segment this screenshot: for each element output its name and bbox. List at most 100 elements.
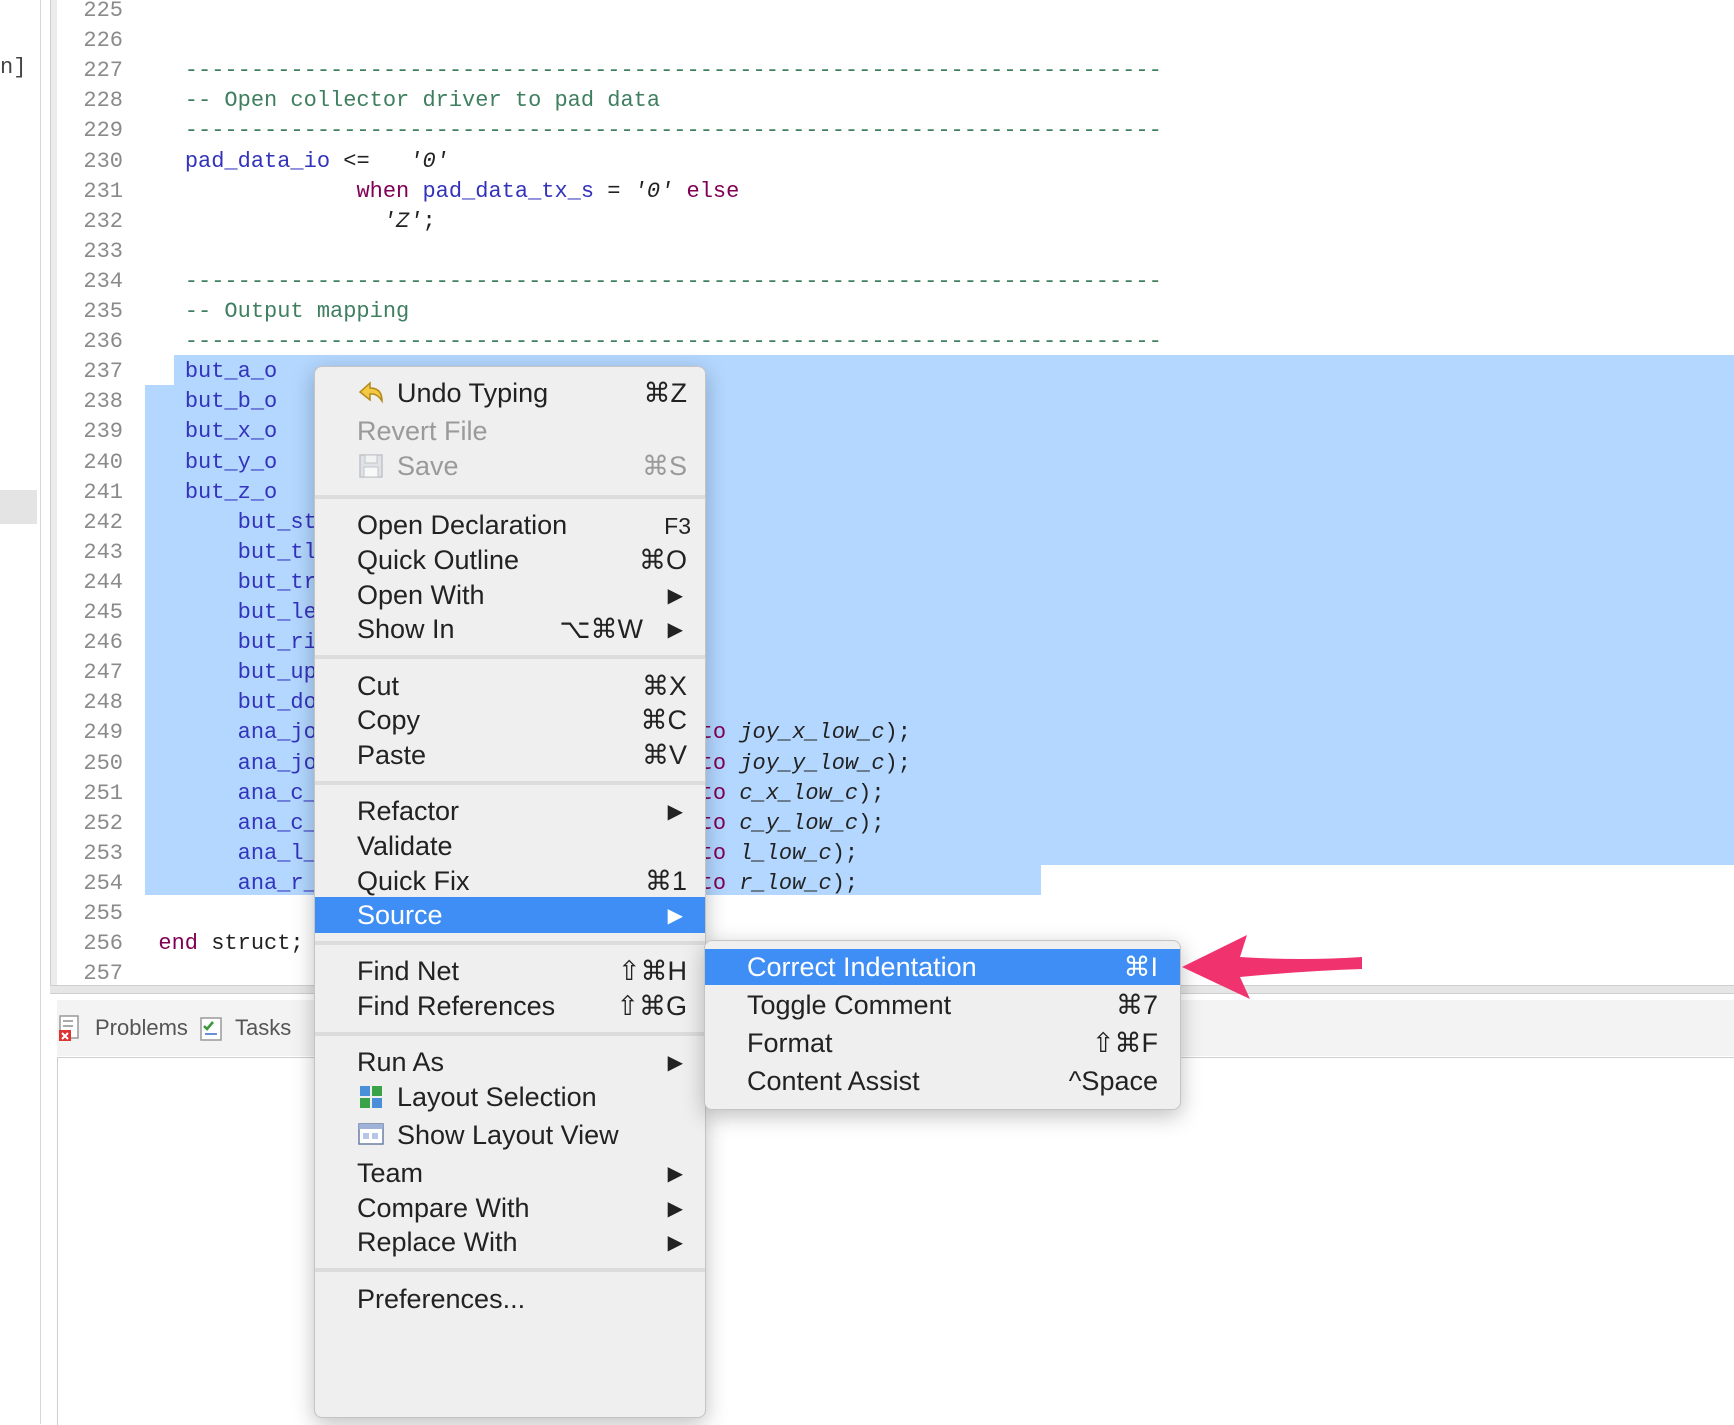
submenu-arrow-icon: ▶ xyxy=(667,1163,683,1185)
submenu-item-label: Format xyxy=(747,1028,833,1058)
menu-item-open-with[interactable]: Open With ▶ xyxy=(315,577,705,613)
code-text: end struct; xyxy=(132,929,303,959)
submenu-item-content-assist[interactable]: Content Assist ^Space xyxy=(705,1063,1180,1099)
code-token: -- Output mapping xyxy=(132,299,410,324)
line-number: 251 xyxy=(83,780,123,806)
line-number: 225 xyxy=(83,0,123,23)
code-line: 235 -- Output mapping xyxy=(57,297,1734,327)
code-line: 237 but_a_o xyxy=(57,357,1734,387)
menu-item-label: Paste xyxy=(357,739,427,770)
line-number: 244 xyxy=(83,569,123,595)
line-number: 246 xyxy=(83,630,123,656)
line-number: 236 xyxy=(83,329,123,355)
code-line: 248 but_do c); xyxy=(57,688,1734,718)
code-token: 'Z' xyxy=(382,208,423,234)
line-number: 237 xyxy=(83,359,123,385)
line-number: 247 xyxy=(83,660,123,686)
bottom-panel-content[interactable] xyxy=(57,1057,1734,1425)
left-pane-slice: n] xyxy=(0,0,41,1424)
menu-item-find-net[interactable]: Find Net ⇧⌘H xyxy=(315,953,705,989)
code-token: but_z_o xyxy=(184,479,278,505)
menu-item-preferences[interactable]: Preferences... xyxy=(315,1281,705,1317)
code-token: but_b_o xyxy=(184,389,278,415)
line-number: 242 xyxy=(83,509,123,535)
line-number: 231 xyxy=(83,178,123,204)
submenu-item-correct-indentation[interactable]: Correct Indentation ⌘I xyxy=(705,949,1180,985)
menu-item-label: Quick Fix xyxy=(357,865,470,896)
menu-item-shortcut: ⇧⌘H xyxy=(617,956,687,987)
menu-item-source[interactable]: Source ▶ xyxy=(315,897,705,934)
menu-item-label: Refactor xyxy=(357,796,460,827)
menu-item-shortcut: ⌘V xyxy=(641,739,687,770)
menu-item-label: Validate xyxy=(357,830,453,861)
submenu-item-format[interactable]: Format ⇧⌘F xyxy=(705,1025,1180,1061)
menu-item-show-layout-view[interactable]: Show Layout View xyxy=(315,1117,705,1153)
code-line: 233 xyxy=(57,237,1734,267)
code-token: ); xyxy=(858,810,885,836)
line-number: 234 xyxy=(83,268,123,294)
menu-item-layout-selection[interactable]: Layout Selection xyxy=(315,1079,705,1115)
code-token: but_y_o xyxy=(184,449,278,475)
code-token: ----------------------------------------… xyxy=(132,268,1162,294)
code-token: but_a_o xyxy=(184,359,278,385)
menu-item-label: Find Net xyxy=(357,956,460,987)
code-token: pad_data_io xyxy=(184,148,331,174)
code-line: 231 when pad_data_tx_s = '0' else xyxy=(57,177,1734,207)
line-number: 245 xyxy=(83,600,123,625)
left-pane-selected-row[interactable] xyxy=(0,490,37,524)
menu-item-label: Copy xyxy=(357,705,421,736)
menu-item-find-references[interactable]: Find References ⇧⌘G xyxy=(315,988,705,1024)
code-editor[interactable]: 225 226 227 ------------------------------… xyxy=(57,0,1734,985)
code-line: 232 'Z'; xyxy=(57,207,1734,237)
menu-separator xyxy=(315,1031,705,1036)
menu-item-replace-with[interactable]: Replace With ▶ xyxy=(315,1224,705,1260)
menu-item-quick-outline[interactable]: Quick Outline ⌘O xyxy=(315,542,705,578)
annotation-arrow-icon xyxy=(1182,935,1362,999)
code-token: ); xyxy=(884,750,911,776)
code-text: -- Output mapping xyxy=(132,297,409,327)
code-text: but_a_o xyxy=(132,357,277,387)
code-line: 228 -- Open collector driver to pad data xyxy=(57,86,1734,116)
submenu-item-shortcut: ⇧⌘F xyxy=(1091,1028,1158,1058)
menu-item-show-in[interactable]: Show In ⌥⌘W ▶ xyxy=(315,611,705,647)
line-number: 230 xyxy=(83,148,123,174)
line-number: 256 xyxy=(83,931,123,957)
code-text: when pad_data_tx_s = '0' else xyxy=(132,177,739,207)
tab-problems[interactable]: Problems xyxy=(57,1014,188,1042)
line-number: 240 xyxy=(83,449,123,475)
code-token: l_low_c xyxy=(739,840,832,866)
save-icon xyxy=(357,452,385,480)
menu-item-cut[interactable]: Cut ⌘X xyxy=(315,668,705,704)
code-line: 229 ------------------------------------… xyxy=(57,116,1734,146)
menu-item-undo-typing[interactable]: Undo Typing ⌘Z xyxy=(315,375,705,411)
code-token: ----------------------------------------… xyxy=(132,118,1162,144)
code-token: ----------------------------------------… xyxy=(132,329,1162,355)
menu-item-open-declaration[interactable]: Open Declaration F3 xyxy=(315,507,705,543)
tab-tasks-label: Tasks xyxy=(235,1015,292,1040)
menu-item-run-as[interactable]: Run As ▶ xyxy=(315,1044,705,1080)
menu-separator xyxy=(315,1268,705,1273)
menu-item-label: Open Declaration xyxy=(357,510,568,541)
menu-item-validate[interactable]: Validate xyxy=(315,828,705,864)
menu-item-label: Source xyxy=(357,900,443,931)
submenu-item-toggle-comment[interactable]: Toggle Comment ⌘7 xyxy=(705,987,1180,1023)
menu-item-paste[interactable]: Paste ⌘V xyxy=(315,737,705,773)
menu-item-label: Layout Selection xyxy=(397,1082,597,1112)
tab-tasks[interactable]: Tasks xyxy=(197,1014,291,1042)
menu-item-compare-with[interactable]: Compare With ▶ xyxy=(315,1190,705,1226)
code-token: ; xyxy=(422,208,436,234)
menu-item-refactor[interactable]: Refactor ▶ xyxy=(315,793,705,829)
menu-item-copy[interactable]: Copy ⌘C xyxy=(315,702,705,738)
code-line: 244 but_tr ; xyxy=(57,568,1734,598)
menu-item-quick-fix[interactable]: Quick Fix ⌘1 xyxy=(315,863,705,899)
undo-icon xyxy=(357,379,385,407)
code-token: when xyxy=(356,178,410,204)
menu-item-shortcut: ⇧⌘G xyxy=(616,991,687,1022)
menu-item-team[interactable]: Team ▶ xyxy=(315,1155,705,1191)
line-number: 250 xyxy=(83,750,123,776)
menu-item-label: Save xyxy=(397,450,459,481)
